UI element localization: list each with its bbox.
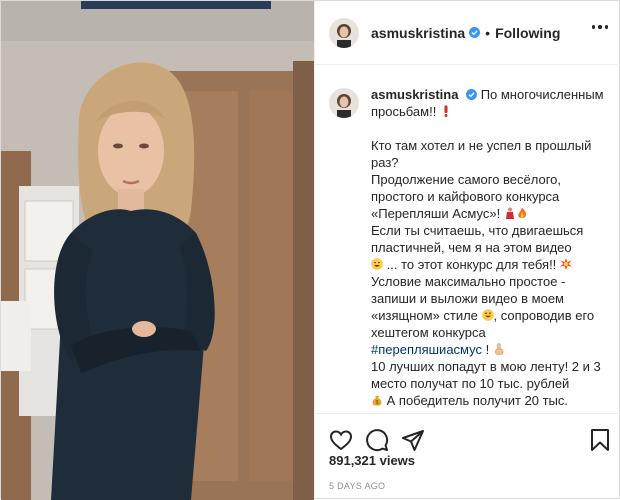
post-header: asmuskristina • Following [315, 1, 620, 65]
laughing-face-icon [371, 258, 383, 270]
header-username[interactable]: asmuskristina [371, 25, 465, 41]
caption-line: Если ты считаешь, что двигаешься пластич… [371, 223, 584, 255]
exclamation-icon [444, 105, 448, 117]
caption-line: ... то этот конкурс для тебя!! [386, 257, 557, 272]
follow-button[interactable]: Following [495, 25, 560, 41]
hashtag-link[interactable]: #перепляшиасмус [371, 342, 482, 357]
separator-dot: • [485, 24, 491, 41]
caption-line: 10 лучших попадут в мою ленту! 2 и 3 мес… [371, 359, 601, 391]
fire-icon [518, 207, 526, 218]
caption-line: ! [481, 342, 490, 357]
caption-line: Кто там хотел и не успел в прошлый раз? [371, 138, 592, 170]
caption-text: asmuskristina По многочисленным просьбам… [371, 86, 608, 409]
comment-bubble-icon[interactable] [365, 428, 389, 452]
video-frame-illustration [1, 1, 314, 500]
caption-comment: asmuskristina По многочисленным просьбам… [329, 86, 608, 409]
caption-line: Продолжение самого весёлого, простого и … [371, 172, 562, 221]
caption-line: А победитель получит 20 тыс. [386, 393, 568, 408]
more-options-icon[interactable] [591, 25, 608, 29]
collision-icon [559, 258, 572, 270]
verified-badge-icon [466, 89, 478, 100]
caption-avatar[interactable] [329, 88, 359, 118]
paper-plane-icon[interactable] [401, 428, 425, 452]
verified-badge-icon [469, 27, 481, 38]
caption-username[interactable]: asmuskristina [371, 87, 458, 102]
svg-text:$: $ [376, 400, 379, 406]
pointing-up-icon [495, 343, 504, 355]
post-details-panel: asmuskristina • Following asmuskristina … [314, 1, 620, 500]
dancer-icon [505, 207, 514, 219]
post-video[interactable] [1, 1, 314, 500]
comments-list[interactable]: asmuskristina По многочисленным просьбам… [315, 66, 620, 413]
grinning-face-icon [481, 309, 494, 321]
view-count[interactable]: 891,321 views [329, 453, 415, 468]
heart-icon[interactable] [329, 428, 353, 452]
post-timestamp[interactable]: 5 DAYS AGO [329, 481, 385, 491]
money-bag-icon: $ [372, 396, 382, 406]
bookmark-icon[interactable] [588, 428, 612, 452]
avatar[interactable] [329, 17, 359, 48]
post-modal: asmuskristina • Following asmuskristina … [0, 0, 620, 500]
